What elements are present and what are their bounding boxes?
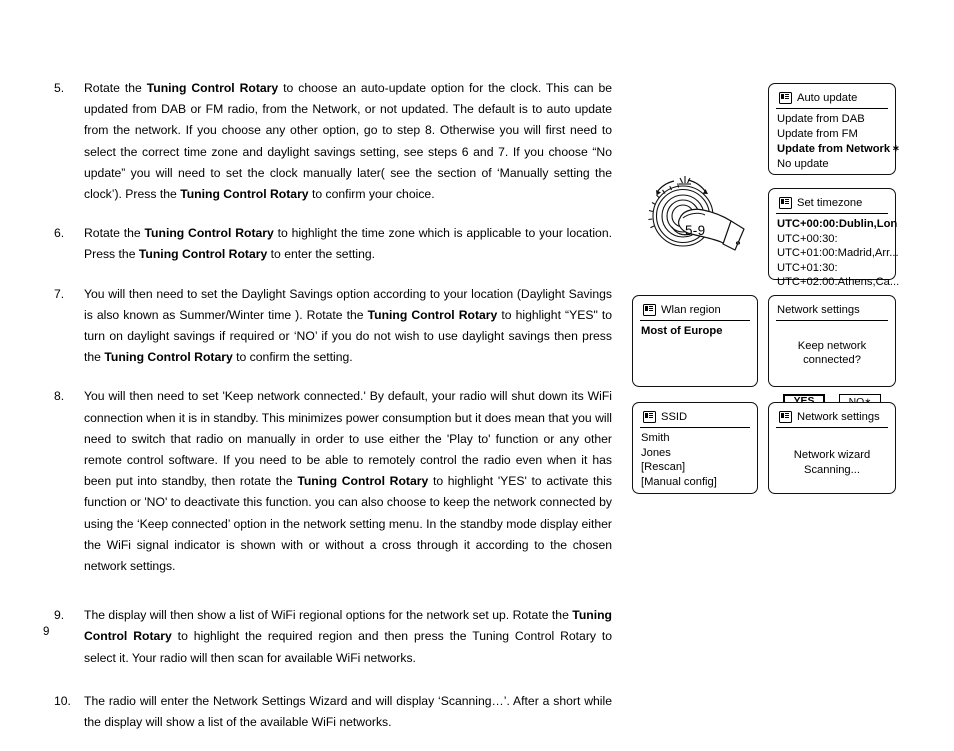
step-number: 9. (54, 608, 65, 623)
instruction-step: 9. The display will then show a list of W… (54, 605, 612, 669)
panel-list-item-label: UTC+01:30: (777, 261, 838, 274)
body-text: The display will then show a list of WiF… (84, 608, 573, 623)
menu-list-icon (779, 91, 792, 104)
step-text: You will then need to set the Daylight S… (84, 284, 612, 369)
instruction-step: 6. Rotate the Tuning Control Rotary to hi… (54, 223, 612, 265)
emphasis-text: Tuning Control Rotary (367, 307, 498, 322)
panel-header: Network settings (776, 409, 888, 428)
panel-item-list: Smith Jones [Rescan] [Manual config] (640, 431, 750, 489)
panel-list-item-label: [Rescan] (641, 461, 686, 474)
step-text: You will then need to set 'Keep network … (84, 386, 612, 577)
emphasis-text: Tuning Control Rotary (104, 350, 233, 365)
panel-header: Auto update (776, 90, 888, 109)
panel-list-item-label: UTC+00:00:Dublin,Lon (777, 218, 898, 230)
body-text: Rotate the (84, 81, 147, 95)
panel-item-list: Most of Europe (640, 324, 750, 339)
panel-list-item[interactable]: UTC+00:30: (777, 232, 887, 247)
step-number: 7. (54, 286, 65, 301)
panel-list-item[interactable]: UTC+01:30: (777, 261, 887, 276)
panel-header: Network settings (776, 302, 888, 321)
page-number: 9 (43, 626, 50, 638)
panel-list-item-label: Jones (641, 446, 671, 459)
panel-list-item[interactable]: Smith (641, 431, 749, 446)
panel-title: Set timezone (797, 196, 863, 209)
panel-ssid: SSID Smith Jones [Rescan] [Manual config] (632, 402, 758, 494)
panel-list-item-label: Update from FM (777, 127, 858, 140)
step-text: The display will then show a list of WiF… (84, 605, 612, 669)
step-number: 8. (54, 389, 65, 404)
panel-title: SSID (661, 410, 688, 423)
emphasis-text: Tuning Control Rotary (297, 474, 429, 489)
body-text: to enter the setting. (267, 247, 376, 262)
panel-list-item-label: UTC+02:00:Athens,Ca... (777, 276, 900, 289)
panel-title: Network settings (777, 303, 860, 316)
body-text: to confirm the setting. (232, 350, 353, 365)
panel-title: Wlan region (661, 303, 721, 316)
step-number: 10. (54, 693, 71, 708)
panel-header: SSID (640, 409, 750, 428)
panel-wlan-region: Wlan region Most of Europe (632, 295, 758, 387)
instruction-steps: 5. Rotate the Tuning Control Rotary to ch… (54, 78, 612, 751)
panel-list-item[interactable]: Most of Europe (641, 324, 749, 339)
menu-list-icon (643, 303, 656, 316)
keep-network-prompt: Keep network connected? (797, 340, 867, 366)
panel-title: Network settings (797, 410, 880, 423)
wizard-status-lines: Network wizard Scanning... (776, 448, 888, 477)
emphasis-text: Tuning Control Rotary (144, 226, 274, 241)
step-text: The radio will enter the Network Setting… (84, 691, 612, 733)
rotary-knob-illustration: 5-9 (643, 172, 761, 270)
emphasis-text: Tuning Control Rotary (180, 187, 309, 202)
panel-list-item[interactable]: UTC+02:00:Athens,Ca... (777, 275, 899, 290)
panel-set-timezone: Set timezone UTC+00:00:Dublin,Lon UTC+00:… (768, 188, 899, 288)
emphasis-text: Tuning Control Rotary (146, 81, 279, 95)
menu-list-icon (779, 196, 792, 209)
panel-list-item-label: Update from Network (777, 143, 891, 156)
panel-item-list: Update from DAB Update from FM Update from… (776, 112, 900, 172)
menu-list-icon (643, 410, 656, 423)
panel-list-item[interactable]: UTC+01:00:Madrid,Arr... (777, 246, 899, 261)
panel-list-item[interactable]: [Manual config] (641, 475, 749, 490)
body-text: The radio will enter the Network Setting… (84, 693, 612, 730)
instruction-step: 8. You will then need to set 'Keep networ… (54, 386, 612, 577)
panel-network-settings-wizard: Network settings Network wizard Scanning.… (768, 402, 896, 494)
body-text: Rotate the (84, 226, 145, 241)
step-number: 6. (54, 226, 65, 241)
panel-list-item-label: No update (777, 157, 829, 170)
step-text: Rotate the Tuning Control Rotary to choo… (84, 78, 612, 205)
panel-list-item-label: Most of Europe (641, 325, 723, 337)
panel-item-list: UTC+00:00:Dublin,Lon UTC+00:30: UTC+01:00:… (776, 217, 899, 290)
panel-list-item-label: UTC+01:00:Madrid,Arr... (777, 247, 899, 260)
emphasis-text: Tuning Control Rotary (138, 247, 268, 262)
panel-list-item-label: Smith (641, 432, 670, 444)
panel-list-item[interactable]: Update from Network ∗ (777, 141, 900, 157)
body-text: to confirm your choice. (308, 187, 435, 202)
body-text: to choose an auto-update option for the … (84, 81, 613, 202)
panel-list-item[interactable]: UTC+00:00:Dublin,Lon (777, 217, 897, 232)
body-text: to highlight 'YES' to activate this func… (84, 474, 612, 574)
instruction-step: 10. The radio will enter the Network Sett… (54, 691, 612, 733)
instruction-step: 5. Rotate the Tuning Control Rotary to ch… (54, 78, 612, 205)
panel-list-item-label: UTC+00:30: (777, 232, 838, 245)
panel-header: Set timezone (776, 195, 888, 214)
panel-list-item-label: [Manual config] (641, 475, 717, 488)
panel-title: Auto update (797, 91, 858, 104)
step-number: 5. (54, 81, 65, 95)
illustration-step-range-label: 5-9 (685, 223, 706, 238)
panel-keep-network-connected: Network settings Keep network connected?… (768, 295, 896, 409)
panel-list-item[interactable]: [Rescan] (641, 460, 749, 475)
wizard-status-line: Scanning... (804, 463, 860, 476)
step-text: Rotate the Tuning Control Rotary to high… (84, 223, 612, 265)
panel-auto-update: Auto update Update from DAB Update from F… (768, 83, 900, 175)
panel-list-item[interactable]: Update from FM (777, 127, 887, 142)
panel-list-item[interactable]: Jones (641, 446, 749, 461)
instruction-step: 7. You will then need to set the Daylight… (54, 284, 612, 369)
panel-list-item[interactable]: Update from DAB (777, 112, 887, 127)
panel-list-item[interactable]: No update (777, 157, 887, 172)
panel-header: Wlan region (640, 302, 750, 321)
wizard-status-line: Network wizard (793, 449, 871, 461)
menu-list-icon (779, 410, 792, 423)
selected-marker-icon: ∗ (892, 143, 900, 154)
panel-list-item-label: Update from DAB (777, 113, 865, 125)
